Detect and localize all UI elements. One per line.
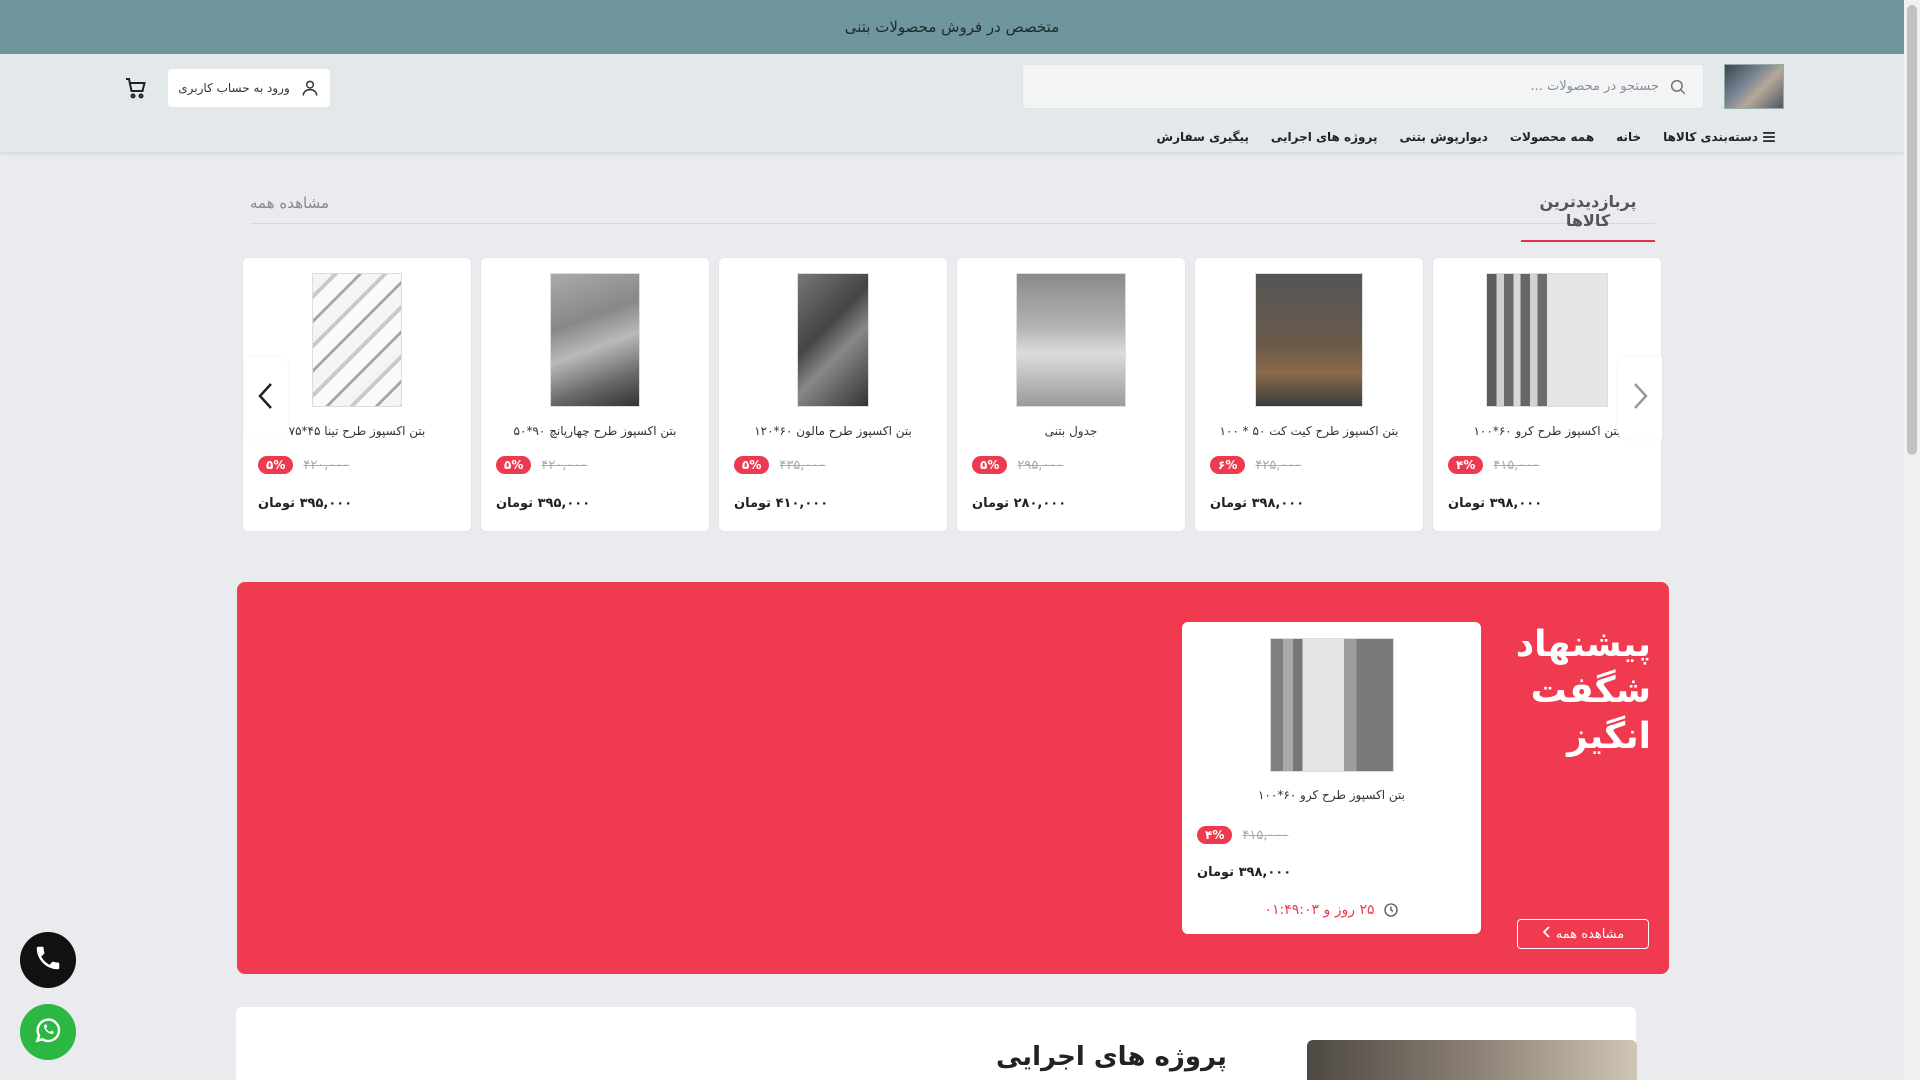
countdown-text: ۲۵ روز و ۰۱:۴۹:۰۳: [1264, 902, 1375, 918]
most-viewed-header: پربازدیدترین کالاها مشاهده همه: [250, 180, 1655, 242]
amazing-title-line: پیشنهاد: [1515, 624, 1651, 665]
carousel-prev-button[interactable]: [244, 357, 288, 439]
old-price: ۴۲۵,۰۰۰: [1255, 457, 1302, 473]
price-row: ۴% ۴۱۵,۰۰۰: [1197, 826, 1288, 844]
amazing-product-card[interactable]: بتن اکسپوز طرح کرو ۶۰*۱۰۰ ۴% ۴۱۵,۰۰۰ ۳۹۸…: [1182, 622, 1481, 934]
login-button[interactable]: ورود به حساب کاربری: [167, 68, 331, 108]
amazing-offer-section: پیشنهاد شگفت انگیز مشاهده همه بتن اکسپوز…: [237, 582, 1669, 974]
site-logo[interactable]: [1724, 64, 1784, 109]
product-title[interactable]: بتن اکسپوز طرح چهارپانچ ۹۰*۵۰: [489, 424, 701, 438]
nav-categories[interactable]: دسته‌بندی کالاها: [1663, 130, 1776, 145]
product-price: ۳۹۸,۰۰۰ تومان: [1448, 496, 1543, 511]
old-price: ۴۱۵,۰۰۰: [1242, 827, 1289, 843]
discount-badge: ۶%: [1210, 456, 1246, 474]
scrollbar-thumb[interactable]: [1907, 5, 1917, 455]
discount-badge: ۵%: [734, 456, 770, 474]
nav-label: همه محصولات: [1509, 130, 1595, 144]
announcement-bar: متخصص در فروش محصولات بتنی: [0, 0, 1904, 54]
product-image[interactable]: [1255, 273, 1363, 407]
project-image[interactable]: [1307, 1040, 1637, 1080]
view-all-label: مشاهده همه: [1555, 926, 1625, 942]
clock-icon: [1383, 902, 1399, 918]
nav-label: دیوارپوش بتنی: [1399, 130, 1488, 144]
price-row: ۵% ۴۲۰,۰۰۰: [496, 456, 587, 474]
price-row: ۵% ۲۹۵,۰۰۰: [972, 456, 1063, 474]
menu-icon: [1762, 130, 1776, 145]
cart-icon[interactable]: [124, 76, 148, 100]
amazing-title-line: شگفت: [1530, 670, 1651, 711]
site-header: ورود به حساب کاربری دسته‌بندی کالاها خان…: [0, 54, 1904, 152]
projects-section: پروژه های اجرایی: [236, 1007, 1637, 1080]
nav-all-products[interactable]: همه محصولات: [1510, 130, 1594, 144]
product-price: ۴۱۰,۰۰۰ تومان: [734, 496, 829, 511]
product-price: ۳۹۸,۰۰۰ تومان: [1197, 865, 1292, 880]
nav-label: پروژه های اجرایی: [1270, 130, 1378, 144]
product-image[interactable]: [312, 273, 402, 407]
login-label: ورود به حساب کاربری: [178, 81, 290, 95]
product-image[interactable]: [1486, 273, 1608, 407]
product-title[interactable]: جدول بتنی: [965, 424, 1177, 438]
announcement-text: متخصص در فروش محصولات بتنی: [844, 18, 1060, 36]
amazing-view-all-button[interactable]: مشاهده همه: [1517, 919, 1649, 949]
product-card[interactable]: جدول بتنی ۵% ۲۹۵,۰۰۰ ۲۸۰,۰۰۰ تومان: [956, 257, 1186, 532]
product-card[interactable]: بتن اکسپوز طرح مالون ۶۰*۱۲۰ ۵% ۴۳۵,۰۰۰ ۴…: [718, 257, 948, 532]
product-image[interactable]: [550, 273, 640, 407]
price-row: ۵% ۴۳۵,۰۰۰: [734, 456, 825, 474]
nav-label: خانه: [1616, 130, 1642, 144]
product-carousel: بتن اکسپوز طرح کرو ۶۰*۱۰۰ ۴% ۴۱۵,۰۰۰ ۳۹۸…: [242, 257, 1662, 532]
nav-order-tracking[interactable]: پیگیری سفارش: [1157, 130, 1249, 144]
discount-badge: ۴%: [1448, 456, 1484, 474]
view-all-link[interactable]: مشاهده همه: [250, 194, 329, 212]
phone-icon: [33, 943, 63, 977]
carousel-next-button[interactable]: [1618, 357, 1662, 439]
chevron-left-icon: [257, 381, 275, 415]
whatsapp-icon: [32, 1014, 64, 1050]
old-price: ۴۲۰,۰۰۰: [303, 457, 350, 473]
user-icon: [300, 78, 320, 98]
discount-badge: ۴%: [1197, 826, 1233, 844]
discount-badge: ۵%: [258, 456, 294, 474]
search-input[interactable]: [1039, 79, 1659, 94]
price-row: ۵% ۴۲۰,۰۰۰: [258, 456, 349, 474]
chevron-right-icon: [1631, 381, 1649, 415]
nav-label: پیگیری سفارش: [1156, 130, 1249, 144]
product-price: ۳۹۸,۰۰۰ تومان: [1210, 496, 1305, 511]
product-title[interactable]: بتن اکسپوز طرح کرو ۶۰*۱۰۰: [1190, 788, 1473, 802]
amazing-offer-title: پیشنهاد شگفت انگیز: [1516, 622, 1651, 760]
product-image[interactable]: [1016, 273, 1126, 407]
old-price: ۴۲۰,۰۰۰: [541, 457, 588, 473]
search-icon[interactable]: [1669, 77, 1687, 97]
product-card[interactable]: بتن اکسپوز طرح چهارپانچ ۹۰*۵۰ ۵% ۴۲۰,۰۰۰…: [480, 257, 710, 532]
page-scrollbar[interactable]: [1904, 0, 1920, 1080]
price-row: ۶% ۴۲۵,۰۰۰: [1210, 456, 1301, 474]
old-price: ۴۳۵,۰۰۰: [779, 457, 826, 473]
projects-title: پروژه های اجرایی: [996, 1042, 1227, 1072]
product-price: ۳۹۵,۰۰۰ تومان: [496, 496, 591, 511]
old-price: ۴۱۵,۰۰۰: [1493, 457, 1540, 473]
countdown-timer: ۲۵ روز و ۰۱:۴۹:۰۳: [1182, 902, 1481, 918]
discount-badge: ۵%: [972, 456, 1008, 474]
call-button[interactable]: [20, 932, 76, 988]
main-nav: دسته‌بندی کالاها خانه همه محصولات دیوارپ…: [1157, 124, 1776, 150]
product-image[interactable]: [797, 273, 869, 407]
old-price: ۲۹۵,۰۰۰: [1017, 457, 1064, 473]
product-price: ۲۸۰,۰۰۰ تومان: [972, 496, 1067, 511]
amazing-title-line: انگیز: [1567, 716, 1651, 757]
nav-home[interactable]: خانه: [1616, 130, 1641, 144]
nav-label: دسته‌بندی کالاها: [1663, 130, 1758, 144]
search-box[interactable]: [1022, 64, 1704, 109]
product-title[interactable]: بتن اکسپوز طرح کیت کت ۵۰ * ۱۰۰: [1203, 424, 1415, 438]
product-image[interactable]: [1269, 638, 1394, 772]
product-card[interactable]: بتن اکسپوز طرح کیت کت ۵۰ * ۱۰۰ ۶% ۴۲۵,۰۰…: [1194, 257, 1424, 532]
chevron-left-icon: [1542, 926, 1550, 942]
nav-projects[interactable]: پروژه های اجرایی: [1271, 130, 1378, 144]
product-title[interactable]: بتن اکسپوز طرح مالون ۶۰*۱۲۰: [727, 424, 939, 438]
section-title: پربازدیدترین کالاها: [1521, 192, 1655, 242]
whatsapp-button[interactable]: [20, 1004, 76, 1060]
product-price: ۳۹۵,۰۰۰ تومان: [258, 496, 353, 511]
price-row: ۴% ۴۱۵,۰۰۰: [1448, 456, 1539, 474]
nav-concrete-wall[interactable]: دیوارپوش بتنی: [1399, 130, 1487, 144]
discount-badge: ۵%: [496, 456, 532, 474]
